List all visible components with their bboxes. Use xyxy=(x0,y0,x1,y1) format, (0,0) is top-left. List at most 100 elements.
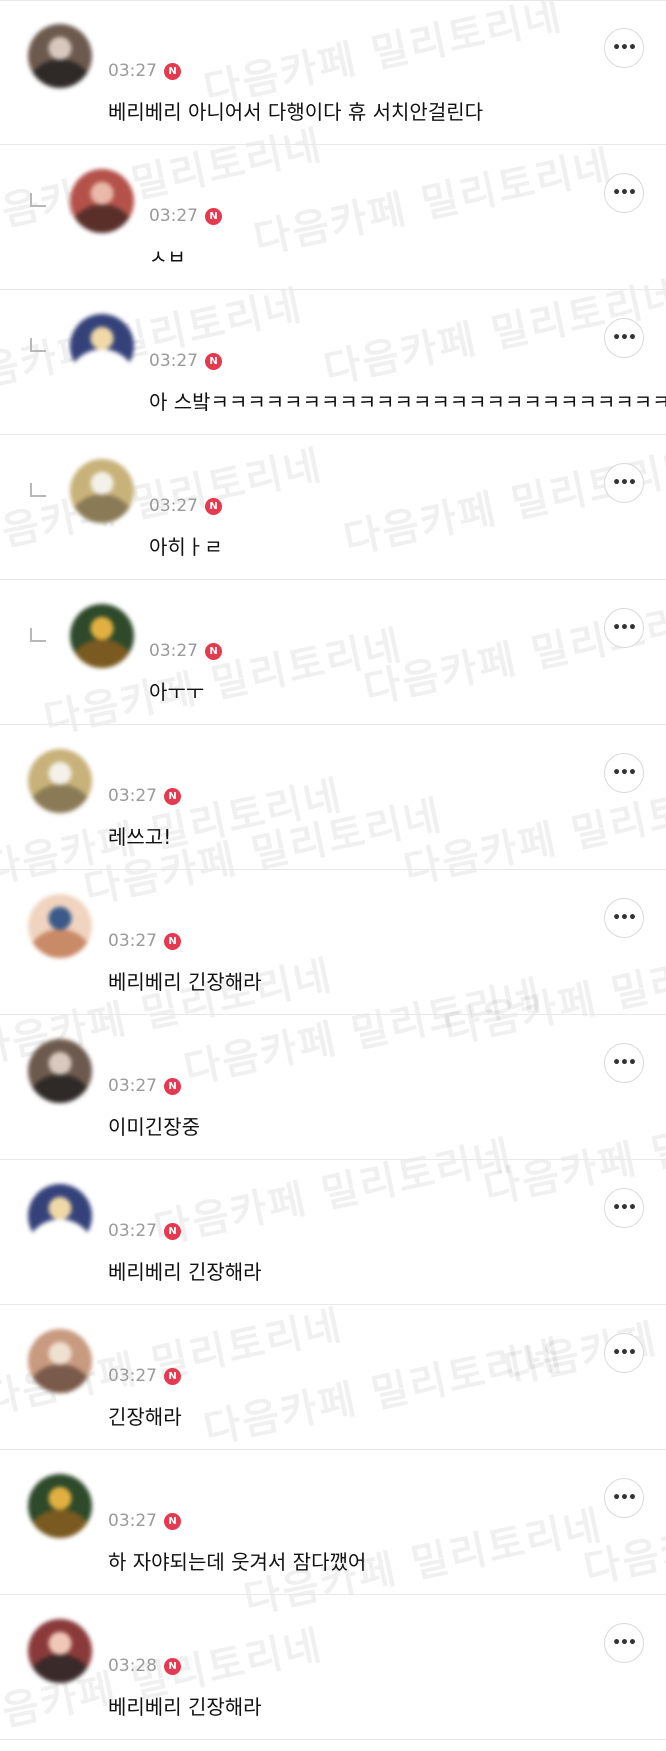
comment-item: 03:27 N 이미긴장중 ••• xyxy=(0,1015,666,1160)
comment-item: 03:28 N 베리베리 긴장해라 ••• xyxy=(0,1595,666,1740)
comment-time: 03:27 xyxy=(108,1076,157,1096)
more-options-button[interactable]: ••• xyxy=(604,1478,644,1518)
more-options-button[interactable]: ••• xyxy=(604,1333,644,1373)
avatar[interactable] xyxy=(28,1329,92,1393)
new-badge: N xyxy=(205,497,222,515)
more-options-button[interactable]: ••• xyxy=(604,753,644,793)
more-options-button[interactable]: ••• xyxy=(604,898,644,938)
comment-meta: 03:27 N xyxy=(108,785,181,807)
comment-item: 03:27 N 베리베리 긴장해라 ••• xyxy=(0,1160,666,1305)
avatar[interactable] xyxy=(28,1619,92,1683)
new-badge: N xyxy=(164,62,181,80)
more-horizontal-icon: ••• xyxy=(612,620,637,636)
comment-item: 03:27 N 베리베리 아니어서 다행이다 휴 서치안걸린다 ••• xyxy=(0,0,666,145)
more-horizontal-icon: ••• xyxy=(612,1490,637,1506)
avatar[interactable] xyxy=(70,459,134,523)
more-horizontal-icon: ••• xyxy=(612,910,637,926)
more-options-button[interactable]: ••• xyxy=(604,1043,644,1083)
avatar[interactable] xyxy=(70,314,134,378)
comment-meta: 03:27 N xyxy=(108,930,181,952)
avatar[interactable] xyxy=(28,1039,92,1103)
comment-meta: 03:27 N xyxy=(149,495,222,517)
more-horizontal-icon: ••• xyxy=(612,475,637,491)
comment-text: ㅅㅂ xyxy=(149,245,186,269)
comment-time: 03:27 xyxy=(108,786,157,806)
comment-time: 03:27 xyxy=(149,206,198,226)
more-options-button[interactable]: ••• xyxy=(604,173,644,213)
comment-text: 긴장해라 xyxy=(108,1405,182,1429)
comment-time: 03:27 xyxy=(149,351,198,371)
comment-meta: 03:27 N xyxy=(108,1075,181,1097)
avatar[interactable] xyxy=(28,894,92,958)
avatar[interactable] xyxy=(28,1184,92,1248)
more-horizontal-icon: ••• xyxy=(612,40,637,56)
avatar[interactable] xyxy=(28,24,92,88)
comment-time: 03:28 xyxy=(108,1656,157,1676)
comment-text: 아ㅜㅜ xyxy=(149,680,205,704)
reply-comment: 03:27 N 아 스밬ㅋㅋㅋㅋㅋㅋㅋㅋㅋㅋㅋㅋㅋㅋㅋㅋㅋㅋㅋㅋㅋㅋㅋㅋㅋ ••• xyxy=(0,290,666,435)
new-badge: N xyxy=(164,1512,181,1530)
new-badge: N xyxy=(164,1657,181,1675)
comment-meta: 03:27 N xyxy=(149,350,222,372)
new-badge: N xyxy=(205,642,222,660)
reply-arrow-icon xyxy=(30,193,46,207)
comment-text: 아 스밬ㅋㅋㅋㅋㅋㅋㅋㅋㅋㅋㅋㅋㅋㅋㅋㅋㅋㅋㅋㅋㅋㅋㅋㅋㅋ xyxy=(149,390,666,414)
new-badge: N xyxy=(205,207,222,225)
reply-arrow-icon xyxy=(30,338,46,352)
reply-comment: 03:27 N 아ㅜㅜ ••• xyxy=(0,580,666,725)
more-options-button[interactable]: ••• xyxy=(604,463,644,503)
new-badge: N xyxy=(205,352,222,370)
reply-arrow-icon xyxy=(30,483,46,497)
more-horizontal-icon: ••• xyxy=(612,330,637,346)
comment-text: 베리베리 긴장해라 xyxy=(108,970,262,994)
comment-text: 아히ㅏㄹ xyxy=(149,535,223,559)
comment-text: 하 자야되는데 웃겨서 잠다깼어 xyxy=(108,1550,367,1574)
more-options-button[interactable]: ••• xyxy=(604,28,644,68)
avatar[interactable] xyxy=(28,1474,92,1538)
comment-time: 03:27 xyxy=(108,61,157,81)
comment-meta: 03:28 N xyxy=(108,1655,181,1677)
new-badge: N xyxy=(164,1367,181,1385)
comment-meta: 03:27 N xyxy=(108,1365,181,1387)
reply-comment: 03:27 N ㅅㅂ ••• xyxy=(0,145,666,290)
avatar[interactable] xyxy=(70,169,134,233)
comment-time: 03:27 xyxy=(108,1366,157,1386)
reply-comment: 03:27 N 아히ㅏㄹ ••• xyxy=(0,435,666,580)
more-options-button[interactable]: ••• xyxy=(604,608,644,648)
avatar[interactable] xyxy=(70,604,134,668)
more-options-button[interactable]: ••• xyxy=(604,318,644,358)
more-horizontal-icon: ••• xyxy=(612,1055,637,1071)
comment-meta: 03:27 N xyxy=(108,60,181,82)
more-horizontal-icon: ••• xyxy=(612,1635,637,1651)
new-badge: N xyxy=(164,1222,181,1240)
comment-text: 베리베리 아니어서 다행이다 휴 서치안걸린다 xyxy=(108,100,484,124)
comment-item: 03:27 N 하 자야되는데 웃겨서 잠다깼어 ••• xyxy=(0,1450,666,1595)
comment-time: 03:27 xyxy=(108,931,157,951)
more-horizontal-icon: ••• xyxy=(612,185,637,201)
comment-item: 03:27 N 레쓰고! ••• xyxy=(0,725,666,870)
comment-meta: 03:27 N xyxy=(149,640,222,662)
more-horizontal-icon: ••• xyxy=(612,765,637,781)
comment-time: 03:27 xyxy=(149,641,198,661)
comment-item: 03:27 N 긴장해라 ••• xyxy=(0,1305,666,1450)
comment-text: 레쓰고! xyxy=(108,825,172,849)
comment-time: 03:27 xyxy=(149,496,198,516)
new-badge: N xyxy=(164,1077,181,1095)
comment-time: 03:27 xyxy=(108,1221,157,1241)
reply-arrow-icon xyxy=(30,628,46,642)
more-horizontal-icon: ••• xyxy=(612,1200,637,1216)
comment-time: 03:27 xyxy=(108,1511,157,1531)
comment-item: 03:27 N 베리베리 긴장해라 ••• xyxy=(0,870,666,1015)
comment-meta: 03:27 N xyxy=(108,1220,181,1242)
comment-meta: 03:27 N xyxy=(149,205,222,227)
new-badge: N xyxy=(164,932,181,950)
more-options-button[interactable]: ••• xyxy=(604,1188,644,1228)
more-options-button[interactable]: ••• xyxy=(604,1623,644,1663)
comment-meta: 03:27 N xyxy=(108,1510,181,1532)
new-badge: N xyxy=(164,787,181,805)
comment-text: 이미긴장중 xyxy=(108,1115,200,1139)
comment-text: 베리베리 긴장해라 xyxy=(108,1260,262,1284)
more-horizontal-icon: ••• xyxy=(612,1345,637,1361)
comment-text: 베리베리 긴장해라 xyxy=(108,1695,262,1719)
avatar[interactable] xyxy=(28,749,92,813)
